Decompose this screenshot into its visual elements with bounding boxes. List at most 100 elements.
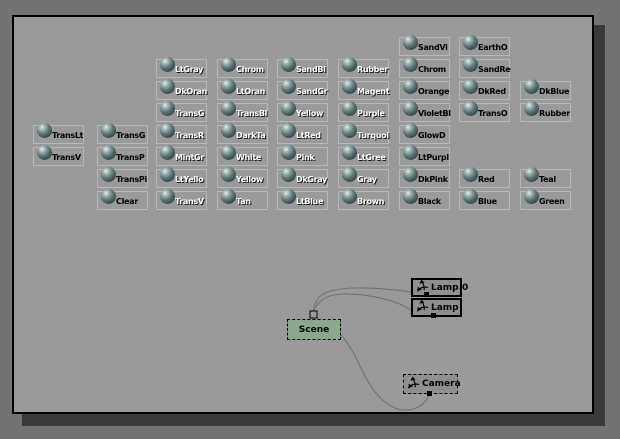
material-sphere-icon [160, 167, 175, 182]
material-node-label: Purple [357, 109, 385, 118]
material-node[interactable]: White [217, 145, 268, 166]
material-node[interactable]: DkBlue [520, 79, 571, 100]
material-node-label: Rubber [357, 65, 388, 74]
material-node[interactable]: LtBlue [277, 189, 328, 210]
connection-hook-scene[interactable] [309, 310, 318, 319]
material-node-label: Rubber [539, 109, 570, 118]
material-node[interactable]: Gray [338, 167, 389, 188]
material-node[interactable]: TransBl [217, 101, 268, 122]
material-node-label: Yellow [236, 175, 264, 184]
material-node-label: Tan [236, 197, 251, 206]
material-sphere-icon [463, 167, 478, 182]
material-sphere-icon [221, 79, 236, 94]
material-node[interactable]: LtOran [217, 79, 268, 100]
material-node[interactable]: Chrom [399, 57, 450, 78]
material-node[interactable]: SandGr [277, 79, 328, 100]
material-node[interactable]: Black [399, 189, 450, 210]
material-node[interactable]: TransV [156, 189, 207, 210]
material-node-label: Magent [357, 87, 390, 96]
material-node[interactable]: DarkTa [217, 123, 268, 144]
material-sphere-icon [160, 145, 175, 160]
lamp-node[interactable]: Lamp [411, 298, 462, 317]
material-sphere-icon [403, 123, 418, 138]
material-node[interactable]: Tan [217, 189, 268, 210]
connection-hook-lamp.0[interactable] [424, 292, 429, 297]
material-node[interactable]: TransLt [33, 123, 84, 144]
material-node[interactable]: Chrom [217, 57, 268, 78]
material-node[interactable]: Purple [338, 101, 389, 122]
material-node[interactable]: LtPurpl [399, 145, 450, 166]
material-sphere-icon [524, 167, 539, 182]
lamp0-node-label: Lamp.0 [431, 282, 469, 293]
material-node-label: Pink [296, 153, 315, 162]
material-node[interactable]: Green [520, 189, 571, 210]
material-node[interactable]: Yellow [277, 101, 328, 122]
material-node[interactable]: LtYello [156, 167, 207, 188]
material-sphere-icon [160, 57, 175, 72]
material-sphere-icon [463, 189, 478, 204]
material-node[interactable]: TransP [97, 145, 148, 166]
material-sphere-icon [160, 101, 175, 116]
material-sphere-icon [281, 145, 296, 160]
material-sphere-icon [342, 123, 357, 138]
material-sphere-icon [463, 101, 478, 116]
material-node-label: Chrom [418, 65, 446, 74]
material-node[interactable]: DkOran [156, 79, 207, 100]
material-node-label: Yellow [296, 109, 324, 118]
material-node[interactable]: TransG [156, 101, 207, 122]
material-node[interactable]: TransV [33, 145, 84, 166]
material-node[interactable]: DkPink [399, 167, 450, 188]
material-node-label: SandBl [296, 65, 326, 74]
material-node[interactable]: TransPi [97, 167, 148, 188]
material-node-label: DkRed [478, 87, 506, 96]
material-node[interactable]: Brown [338, 189, 389, 210]
material-sphere-icon [101, 189, 116, 204]
material-node-label: DkBlue [539, 87, 570, 96]
material-node[interactable]: Clear [97, 189, 148, 210]
connection-hook-lamp[interactable] [431, 313, 436, 318]
material-sphere-icon [101, 167, 116, 182]
material-node-label: Brown [357, 197, 385, 206]
material-node[interactable]: SandVi [399, 35, 450, 56]
material-node[interactable]: Teal [520, 167, 571, 188]
material-node[interactable]: Orange [399, 79, 450, 100]
node-layer: TransLt TransV TransG TransP TransPi Clear LtG… [0, 0, 620, 439]
material-node[interactable]: Yellow [217, 167, 268, 188]
material-sphere-icon [403, 35, 418, 50]
material-sphere-icon [281, 123, 296, 138]
material-node-label: LtBlue [296, 197, 324, 206]
material-sphere-icon [403, 167, 418, 182]
material-node[interactable]: Rubber [520, 101, 571, 122]
material-node[interactable]: TransG [97, 123, 148, 144]
material-sphere-icon [403, 145, 418, 160]
material-node[interactable]: Pink [277, 145, 328, 166]
connection-hook-camera[interactable] [427, 391, 432, 396]
material-node[interactable]: GlowD [399, 123, 450, 144]
material-node[interactable]: MintGr [156, 145, 207, 166]
material-node[interactable]: Blue [459, 189, 510, 210]
material-node[interactable]: DkGray [277, 167, 328, 188]
material-node[interactable]: SandRe [459, 57, 511, 78]
material-node[interactable]: Rubber [338, 57, 389, 78]
scene-node[interactable]: Scene [287, 319, 341, 340]
material-node[interactable]: SandBl [277, 57, 328, 78]
material-node[interactable]: TransR [156, 123, 207, 144]
material-node[interactable]: LtRed [277, 123, 328, 144]
material-sphere-icon [281, 79, 296, 94]
material-node[interactable]: VioletBl [399, 101, 451, 122]
material-node[interactable]: LtGree [338, 145, 389, 166]
material-node[interactable]: EarthO [459, 35, 510, 56]
material-node[interactable]: Red [459, 167, 510, 188]
material-node-label: TransO [478, 109, 508, 118]
material-node[interactable]: DkRed [459, 79, 510, 100]
material-node[interactable]: LtGray [156, 57, 207, 78]
material-node[interactable]: TransO [459, 101, 510, 122]
material-node-label: Blue [478, 197, 497, 206]
material-node[interactable]: Turquoi [338, 123, 389, 144]
material-sphere-icon [281, 167, 296, 182]
material-sphere-icon [37, 145, 52, 160]
lamp0-node[interactable]: Lamp.0 [411, 278, 468, 297]
material-sphere-icon [281, 189, 296, 204]
material-node[interactable]: Magent [338, 79, 390, 100]
material-node-label: Green [539, 197, 565, 206]
